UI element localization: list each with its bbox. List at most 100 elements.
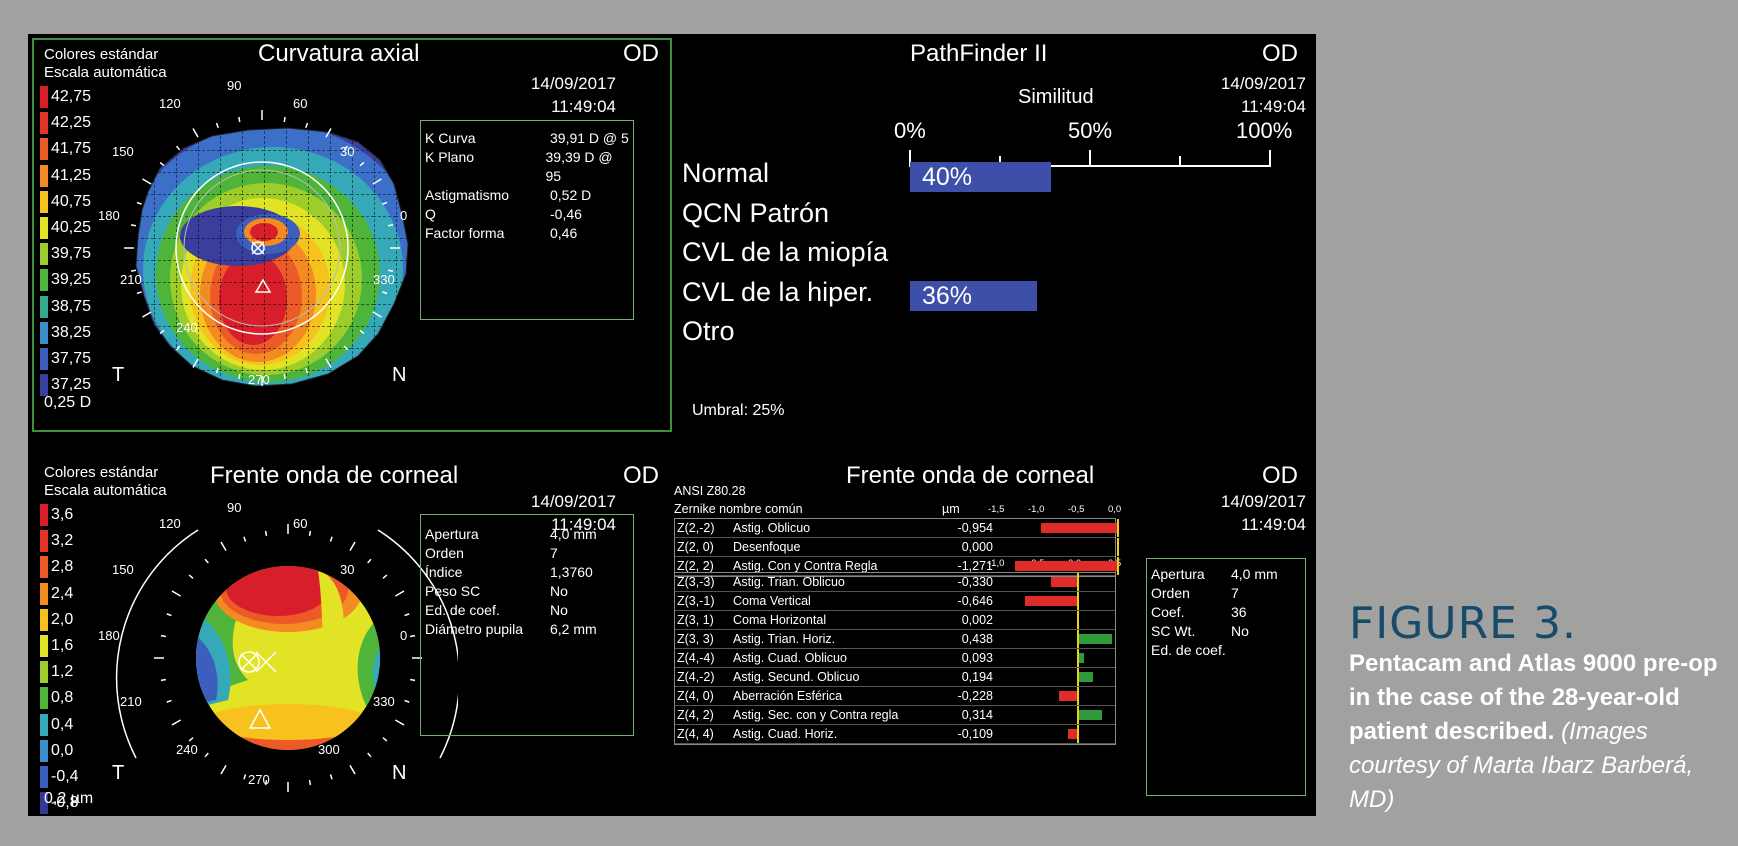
zernike-name: Coma Horizontal xyxy=(733,613,827,627)
polar-tick xyxy=(387,224,394,227)
zernike-index: Z(4, 4) xyxy=(677,727,714,741)
pathfinder-category: CVL de la hiper. xyxy=(682,276,874,307)
wave-scale-value: 2,8 xyxy=(51,558,74,576)
wave-info-row: Orden 7 xyxy=(425,544,629,563)
wave-info-value: 6,2 mm xyxy=(550,621,597,637)
polar-tick xyxy=(220,541,227,551)
wave-deg-120: 120 xyxy=(159,516,181,531)
polar-tick xyxy=(367,752,372,758)
axial-scale-swatch xyxy=(40,190,48,213)
zernike-name: Desenfoque xyxy=(733,540,801,554)
wave-info-value: No xyxy=(550,583,568,599)
wave-scale-row: 0,0 xyxy=(40,738,79,764)
polar-tick xyxy=(409,678,416,682)
wave-info-row: Índice 1,3760 xyxy=(425,563,629,582)
pathfinder-category: Otro xyxy=(682,316,735,346)
axial-info-key: Q xyxy=(425,206,436,222)
axial-scale-value: 42,25 xyxy=(51,114,92,132)
zernike-unit-header: µm xyxy=(942,502,960,516)
axial-scale-swatch xyxy=(40,295,48,318)
wave-deg-180: 180 xyxy=(98,628,120,643)
zernike-value: -0,954 xyxy=(957,521,993,535)
similarity-0-label: 0% xyxy=(894,118,926,143)
polar-tick xyxy=(382,574,388,579)
zernike-row: Z(2,-2) Astig. Oblicuo -0,954 xyxy=(675,519,1119,538)
wave-scale-value: 0,8 xyxy=(51,689,74,707)
axial-scale-value: 40,75 xyxy=(51,192,92,210)
zernike-value: -0,646 xyxy=(957,594,993,608)
zernike-index: Z(3,-3) xyxy=(677,575,715,589)
polar-tick xyxy=(367,558,372,564)
polar-tick xyxy=(171,590,181,597)
axial-eye-label: OD xyxy=(623,40,659,67)
axial-scale-value: 39,75 xyxy=(51,245,92,263)
wave-info-key: Apertura xyxy=(425,526,479,542)
polar-tick xyxy=(243,774,247,780)
axial-scale-row: 42,75 xyxy=(40,84,91,110)
wave-deg-330: 330 xyxy=(373,694,395,709)
zernike-index: Z(2, 0) xyxy=(677,540,714,554)
zernike-zero-line xyxy=(1077,630,1079,648)
axial-scale-step: 0,25 D xyxy=(44,394,92,411)
wave-deg-300: 300 xyxy=(318,742,340,757)
polar-tick xyxy=(188,574,194,579)
zernike-row: Z(3,-3) Astig. Trian. Oblicuo -0,330 xyxy=(675,573,1115,592)
zernike-row: Z(4, 4) Astig. Cuad. Horiz. -0,109 xyxy=(675,725,1115,744)
wave-title: Frente onda de corneal xyxy=(210,462,459,489)
zernike-title: Frente onda de corneal xyxy=(846,462,1095,489)
wave-info-value: No xyxy=(550,602,568,618)
similarity-50-label: 50% xyxy=(1068,118,1113,143)
zernike-bar xyxy=(1068,729,1077,739)
wave-scale-swatch xyxy=(40,713,48,736)
polar-tick xyxy=(243,536,247,542)
zernike-zero-line xyxy=(1077,706,1079,724)
axial-color-scale: 42,75 42,25 41,75 41,25 40,75 40,25 39,75 39,25… xyxy=(40,84,91,398)
polar-tick xyxy=(387,269,394,272)
zernike-row: Z(2, 0) Desenfoque 0,000 xyxy=(675,538,1119,557)
axial-scale-value: 37,75 xyxy=(51,349,92,367)
zernike-name: Astig. Cuad. Oblicuo xyxy=(733,651,847,665)
polar-tick xyxy=(283,116,286,123)
axial-scale-value: 41,25 xyxy=(51,166,92,184)
polar-tick xyxy=(308,779,312,786)
wave-deg-90: 90 xyxy=(227,500,242,515)
zernike-zero-line xyxy=(1077,573,1079,591)
wave-info-key: Índice xyxy=(425,564,463,580)
axial-scale-row: 40,25 xyxy=(40,215,91,241)
similarity-100-label: 100% xyxy=(1236,118,1293,143)
wave-scale-row: 0,8 xyxy=(40,685,79,711)
wave-scale-value: 2,0 xyxy=(51,610,74,628)
polar-tick xyxy=(264,530,268,537)
wave-info-value: 1,3760 xyxy=(550,564,593,580)
polar-tick xyxy=(166,613,172,617)
wave-scale-swatch xyxy=(40,504,48,527)
polar-tick xyxy=(192,128,199,138)
zernike-name-header: Zernike nombre común xyxy=(674,502,803,516)
wave-info-value: 4,0 mm xyxy=(550,526,597,542)
polar-tick xyxy=(159,161,165,167)
axial-scale-row: 37,75 xyxy=(40,346,91,372)
polar-tick xyxy=(395,719,405,726)
axial-color-header: Colores estándar xyxy=(44,46,159,63)
wave-scale-row: 2,0 xyxy=(40,607,79,633)
polar-tick xyxy=(349,765,356,775)
axial-deg-150: 150 xyxy=(112,144,134,159)
zernike-bar xyxy=(1077,634,1113,644)
polar-tick xyxy=(308,530,312,537)
zernike-info-key: SC Wt. xyxy=(1151,623,1196,639)
zernike-name: Astig. Trian. Horiz. xyxy=(733,632,836,646)
polar-tick xyxy=(238,116,241,123)
axial-scale-swatch xyxy=(40,112,48,135)
wave-info-box: Apertura 4,0 mm Orden 7 Índice 1,3760 Peso SC N… xyxy=(420,514,634,736)
wave-scale-swatch xyxy=(40,608,48,631)
wave-scale-value: 0,4 xyxy=(51,715,74,733)
zernike-value: 0,194 xyxy=(961,670,993,684)
zernike-zero-line xyxy=(1077,725,1079,743)
axial-info-row: Factor forma 0,46 xyxy=(425,224,629,243)
polar-tick xyxy=(283,373,286,380)
axial-deg-330: 330 xyxy=(373,272,395,287)
polar-tick xyxy=(204,558,209,564)
zernike-value: -0,228 xyxy=(957,689,993,703)
wave-deg-30: 30 xyxy=(340,562,355,577)
wave-scale-row: 1,6 xyxy=(40,633,79,659)
